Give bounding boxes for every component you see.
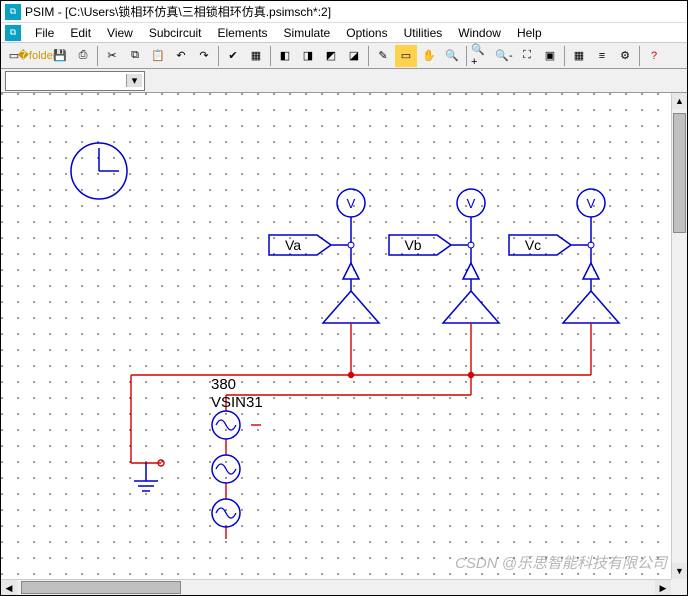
vertical-scrollbar[interactable]: ▲ ▼ [671, 93, 687, 579]
label-icon[interactable]: ▭ [395, 45, 417, 67]
menu-subcircuit[interactable]: Subcircuit [141, 26, 210, 40]
zoom-sel-icon[interactable]: ▣ [539, 45, 561, 67]
source-name: VSIN31 [211, 394, 263, 411]
scroll-thumb-h[interactable] [21, 581, 181, 594]
zoom-fit-icon[interactable]: ⛶ [516, 45, 538, 67]
toolbar: ▭ �folder 💾 ⎙ ✂ ⧉ 📋 ↶ ↷ ✔ ▦ ◧ ◨ ◩ ◪ ✎ ▭ … [1, 43, 687, 69]
scroll-down-icon[interactable]: ▼ [672, 563, 687, 579]
source-amplitude: 380 [211, 376, 236, 393]
horizontal-scrollbar[interactable]: ◀ ▶ [1, 579, 671, 595]
label-va-text: Va [285, 237, 301, 253]
print-icon[interactable]: ⎙ [72, 45, 94, 67]
save-icon[interactable]: 💾 [49, 45, 71, 67]
open-icon[interactable]: �folder [26, 45, 48, 67]
paste-icon[interactable]: 📋 [147, 45, 169, 67]
app-icon: ⧉ [5, 4, 21, 20]
chevron-down-icon[interactable]: ▾ [126, 74, 142, 87]
title-bar: ⧉ PSIM - [C:\Users\锁相环仿真\三相锁相环仿真.psimsch… [1, 1, 687, 23]
menu-view[interactable]: View [99, 26, 141, 40]
menu-bar: ⧉ File Edit View Subcircuit Elements Sim… [1, 23, 687, 43]
voltmeter-label: V [347, 196, 356, 211]
cut-icon[interactable]: ✂ [101, 45, 123, 67]
menu-utilities[interactable]: Utilities [396, 26, 451, 40]
copy-icon[interactable]: ⧉ [124, 45, 146, 67]
redo-icon[interactable]: ↷ [193, 45, 215, 67]
schematic-svg: V Va V Vb V [1, 93, 671, 579]
tool-2-icon[interactable]: ◨ [297, 45, 319, 67]
run-icon[interactable]: ✔ [222, 45, 244, 67]
voltmeter-label: V [467, 196, 476, 211]
grid-icon[interactable]: ▦ [568, 45, 590, 67]
scroll-right-icon[interactable]: ▶ [655, 580, 671, 595]
doc-icon: ⧉ [5, 25, 21, 41]
scroll-corner [671, 579, 687, 595]
scroll-left-icon[interactable]: ◀ [1, 580, 17, 595]
app-name: PSIM [25, 5, 54, 19]
tool-3-icon[interactable]: ◩ [320, 45, 342, 67]
menu-edit[interactable]: Edit [62, 26, 99, 40]
document-path: [C:\Users\锁相环仿真\三相锁相环仿真.psimsch*:2] [65, 5, 331, 19]
menu-options[interactable]: Options [338, 26, 395, 40]
help-toolbar-icon[interactable]: ? [643, 45, 665, 67]
zoom-icon[interactable]: 🔍 [441, 45, 463, 67]
scroll-up-icon[interactable]: ▲ [672, 93, 687, 109]
pan-icon[interactable]: ✋ [418, 45, 440, 67]
label-vc-text: Vc [525, 237, 541, 253]
menu-elements[interactable]: Elements [210, 26, 276, 40]
menu-file[interactable]: File [27, 26, 62, 40]
menu-simulate[interactable]: Simulate [276, 26, 339, 40]
menu-help[interactable]: Help [509, 26, 550, 40]
combo-row: ▾ [1, 69, 687, 93]
zoom-out-icon[interactable]: 🔍- [493, 45, 515, 67]
undo-icon[interactable]: ↶ [170, 45, 192, 67]
stop-icon[interactable]: ▦ [245, 45, 267, 67]
tool-1-icon[interactable]: ◧ [274, 45, 296, 67]
wire-icon[interactable]: ✎ [372, 45, 394, 67]
label-vb-text: Vb [404, 237, 421, 253]
scroll-thumb-v[interactable] [673, 113, 686, 233]
voltmeter-label: V [587, 196, 596, 211]
zoom-in-icon[interactable]: 🔍+ [470, 45, 492, 67]
schematic-canvas[interactable]: V Va V Vb V [1, 93, 671, 579]
element-combo[interactable]: ▾ [5, 71, 145, 91]
window-title: PSIM - [C:\Users\锁相环仿真\三相锁相环仿真.psimsch*:… [25, 3, 331, 20]
align-icon[interactable]: ≡ [591, 45, 613, 67]
option-icon[interactable]: ⚙ [614, 45, 636, 67]
menu-window[interactable]: Window [450, 26, 509, 40]
tool-4-icon[interactable]: ◪ [343, 45, 365, 67]
